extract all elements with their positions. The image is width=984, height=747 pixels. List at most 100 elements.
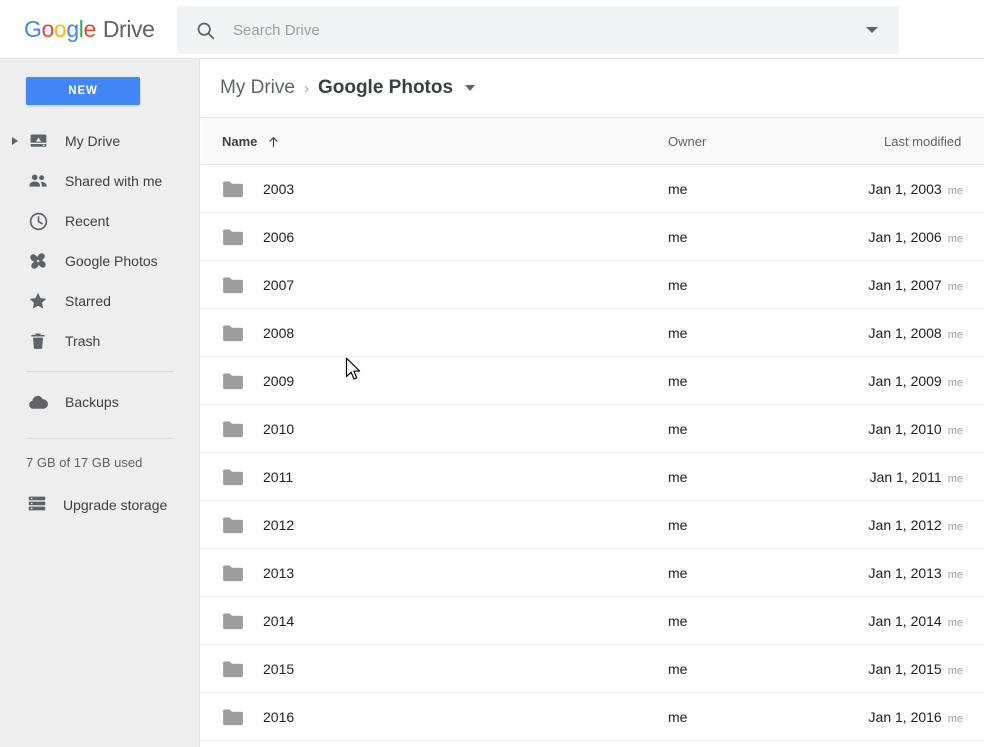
table-row[interactable]: 2013 me Jan 1, 2013 me [201,549,984,597]
trash-icon [26,329,50,353]
file-owner: me [668,564,688,581]
file-last-modified: Jan 1, 2015 me [869,661,963,677]
file-last-modified: Jan 1, 2011 me [870,469,963,485]
column-header-last-modified[interactable]: Last modified [884,118,961,165]
breadcrumb: My Drive › Google Photos [201,59,984,118]
file-name: 2011 [263,468,294,485]
google-logo-letter-0: G [24,15,42,42]
expand-chevron-right-icon[interactable] [12,137,18,145]
file-name: 2014 [263,612,295,629]
file-last-modified: Jan 1, 2009 me [869,373,963,389]
search-input[interactable] [233,21,845,39]
table-row[interactable]: 2003 me Jan 1, 2003 me [201,165,984,213]
sidebar-item-my-drive[interactable]: My Drive [0,121,200,161]
file-owner: me [668,708,688,725]
folder-icon [222,276,244,294]
file-owner: me [668,228,688,245]
table-header: Name Owner Last modified [201,118,984,165]
upgrade-storage-label: Upgrade storage [63,497,168,513]
column-header-owner[interactable]: Owner [668,118,706,165]
file-name: 2007 [263,276,295,293]
table-row[interactable]: 2007 me Jan 1, 2007 me [201,261,984,309]
clock-icon [26,209,50,233]
sidebar-item-trash[interactable]: Trash [0,321,200,361]
last-modified-by: me [947,232,963,245]
last-modified-by: me [947,472,963,485]
file-last-modified: Jan 1, 2003 me [869,181,963,197]
last-modified-by: me [947,616,963,629]
table-row[interactable]: 2010 me Jan 1, 2010 me [201,405,984,453]
main-content: My Drive › Google Photos Name Owner Last… [201,59,984,747]
file-last-modified: Jan 1, 2012 me [869,517,963,533]
sidebar-item-label: Backups [65,394,119,410]
last-modified-by: me [947,520,963,533]
sidebar-item-backups[interactable]: Backups [0,382,200,422]
table-row[interactable]: 2011 me Jan 1, 2011 me [201,453,984,501]
file-last-modified: Jan 1, 2008 me [869,325,963,341]
sidebar-item-label: My Drive [65,133,121,149]
product-name: Drive [102,15,155,42]
sidebar-item-google-photos[interactable]: Google Photos [0,241,200,281]
breadcrumb-current-folder[interactable]: Google Photos [318,77,453,99]
file-last-modified: Jan 1, 2010 me [869,421,963,437]
file-last-modified: Jan 1, 2014 me [869,613,963,629]
sidebar-item-starred[interactable]: Starred [0,281,200,321]
storage-icon [26,492,48,519]
last-modified-date: Jan 1, 2012 [868,516,942,533]
last-modified-by: me [947,568,963,581]
search-options-chevron-down-icon[interactable] [845,27,899,33]
last-modified-date: Jan 1, 2011 [869,468,942,485]
table-row[interactable]: 2012 me Jan 1, 2012 me [201,501,984,549]
last-modified-by: me [947,328,963,341]
last-modified-by: me [947,184,963,197]
sidebar-nav: My Drive Shared with me Recent Google Ph… [0,121,200,525]
sidebar-item-label: Recent [65,213,110,229]
sidebar-item-shared-with-me[interactable]: Shared with me [0,161,200,201]
folder-icon [222,564,244,582]
star-icon [26,289,50,313]
table-row[interactable]: 2006 me Jan 1, 2006 me [201,213,984,261]
file-last-modified: Jan 1, 2007 me [869,277,963,293]
file-name: 2008 [263,324,295,341]
file-owner: me [668,516,688,533]
table-row[interactable]: 2015 me Jan 1, 2015 me [201,645,984,693]
table-row[interactable]: 2016 me Jan 1, 2016 me [201,693,984,741]
brand-logo[interactable]: Google Drive [0,0,177,59]
last-modified-date: Jan 1, 2008 [868,324,942,341]
google-drive-window: Google Drive NEW [0,0,984,747]
upgrade-storage-button[interactable]: Upgrade storage [0,485,200,525]
column-header-name[interactable]: Name [222,118,280,165]
table-row[interactable]: 2009 me Jan 1, 2009 me [201,357,984,405]
sidebar-divider-1 [26,371,174,372]
folder-icon [222,516,244,534]
last-modified-date: Jan 1, 2010 [868,420,942,437]
pinwheel-icon [26,249,50,273]
sidebar-item-label: Trash [65,333,101,349]
file-name: 2010 [263,420,295,437]
folder-icon [222,468,244,486]
sidebar-item-recent[interactable]: Recent [0,201,200,241]
table-row[interactable]: 2014 me Jan 1, 2014 me [201,597,984,645]
folder-icon [222,228,244,246]
file-last-modified: Jan 1, 2006 me [869,229,963,245]
sidebar-item-label: Starred [65,293,111,309]
file-last-modified: Jan 1, 2013 me [869,565,963,581]
file-name: 2015 [263,660,295,677]
last-modified-date: Jan 1, 2006 [868,228,942,245]
file-name: 2016 [263,708,295,725]
new-button[interactable]: NEW [26,77,140,105]
table-row[interactable]: 2008 me Jan 1, 2008 me [201,309,984,357]
breadcrumb-chevron-down-icon[interactable] [465,85,476,91]
top-bar: Google Drive [0,0,984,59]
file-last-modified: Jan 1, 2016 me [869,709,963,725]
drive-icon [26,129,50,153]
folder-icon [222,324,244,342]
breadcrumb-my-drive[interactable]: My Drive [220,77,295,99]
last-modified-date: Jan 1, 2007 [868,276,942,293]
file-owner: me [668,468,688,485]
search-bar[interactable] [177,6,899,54]
last-modified-by: me [947,712,963,725]
file-list: 2003 me Jan 1, 2003 me 2006 me Jan 1, 2006 me 20… [201,165,984,741]
file-name: 2012 [263,516,295,533]
file-name: 2013 [263,564,295,581]
